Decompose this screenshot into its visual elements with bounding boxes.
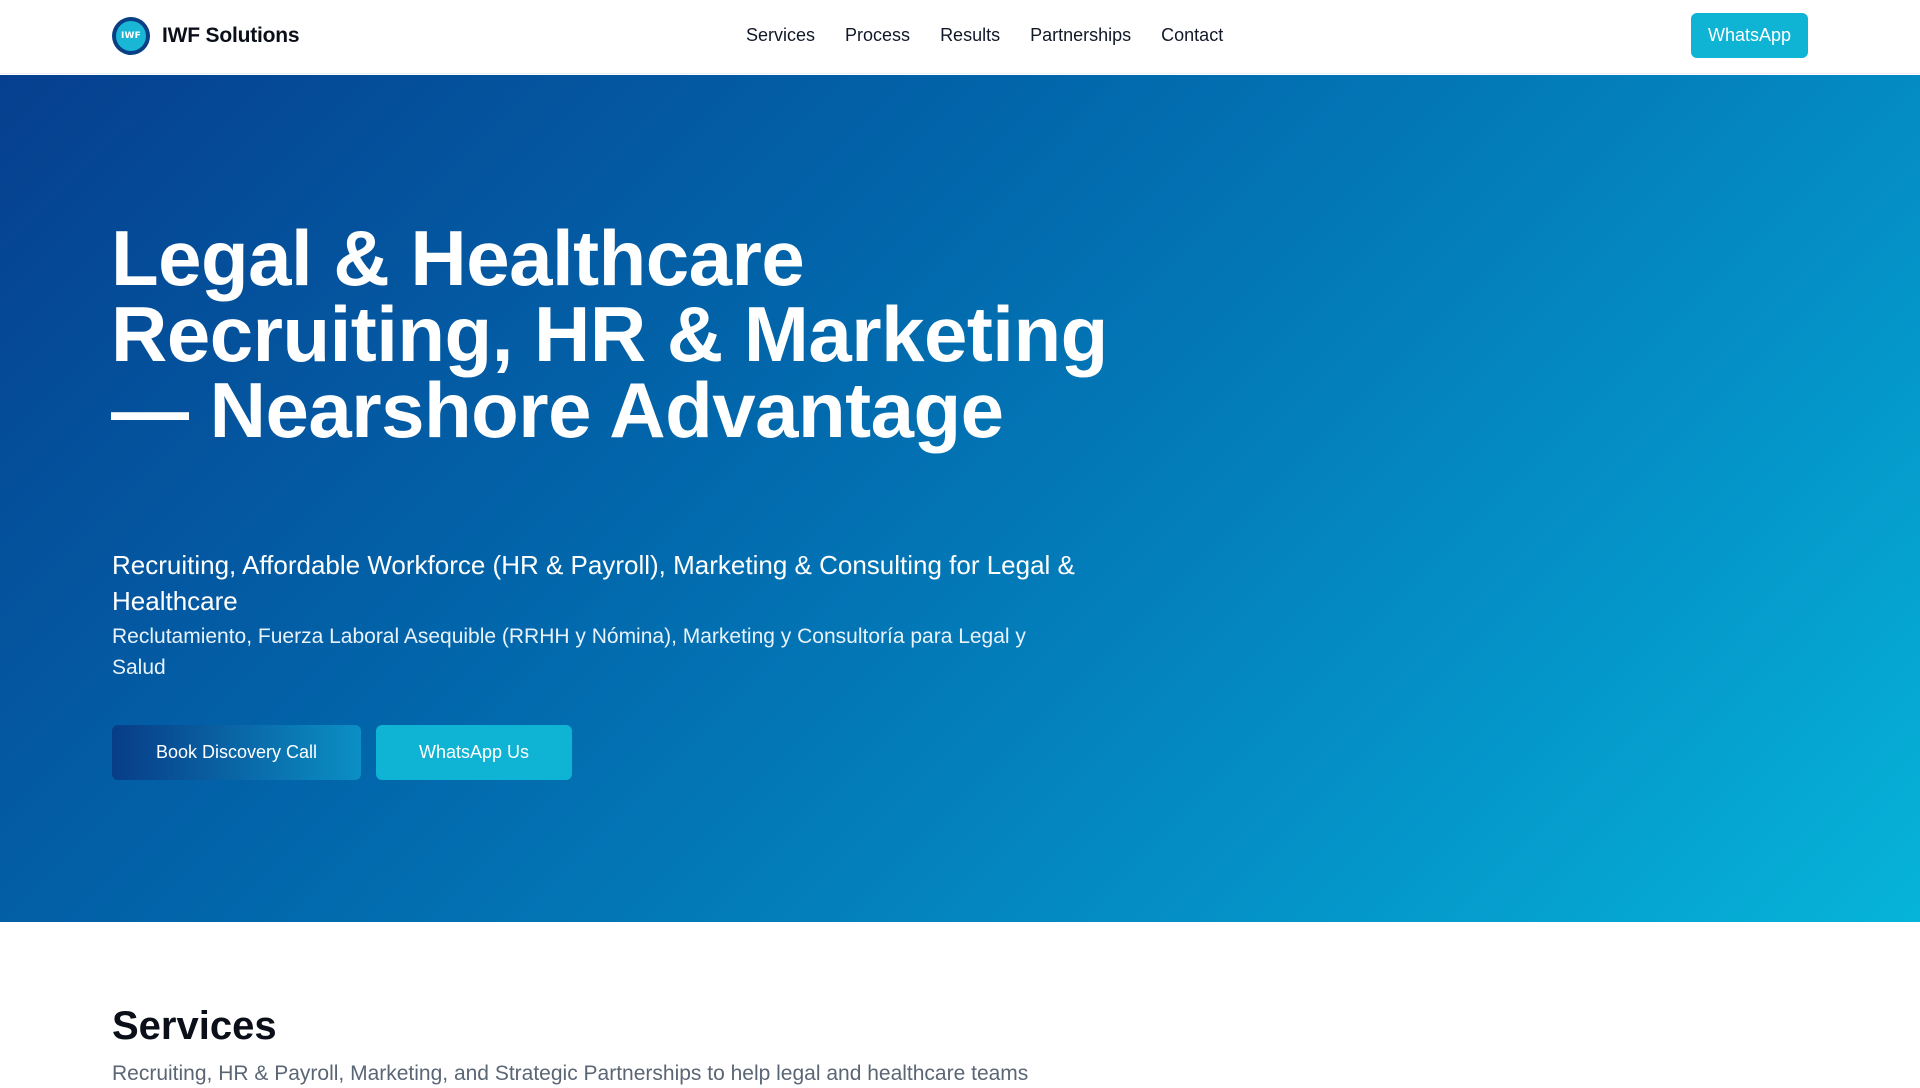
nav-contact-link[interactable]: Contact [1161,23,1223,47]
hero-subtitle-english: Recruiting, Affordable Workforce (HR & P… [112,550,1075,616]
brand-home-link[interactable]: IWF IWF Solutions [112,17,300,55]
whatsapp-header-button[interactable]: WhatsApp [1691,13,1808,58]
main-nav: Services Process Results Partnerships Co… [746,23,1223,47]
nav-partnerships-link[interactable]: Partnerships [1030,23,1131,47]
hero-title: Legal & Healthcare Recruiting, HR & Mark… [111,214,1108,454]
nav-services-link[interactable]: Services [746,23,815,47]
nav-results-link[interactable]: Results [940,23,1000,47]
iwf-logo-icon: IWF [112,17,150,55]
site-header: IWF IWF Solutions Services Process Resul… [0,0,1920,74]
whatsapp-us-button[interactable]: WhatsApp Us [376,725,572,780]
nav-process-link[interactable]: Process [845,23,910,47]
hero-subtitle-spanish: Reclutamiento, Fuerza Laboral Asequible … [112,625,1026,679]
hero-actions: Book Discovery Call WhatsApp Us [112,725,572,780]
logo-text: IWF [116,21,146,51]
book-discovery-call-button[interactable]: Book Discovery Call [112,725,361,780]
services-description: Recruiting, HR & Payroll, Marketing, and… [112,1062,1029,1085]
brand-name: IWF Solutions [162,24,300,47]
services-heading: Services [112,1004,277,1048]
hero-section: Legal & Healthcare Recruiting, HR & Mark… [0,75,1920,922]
